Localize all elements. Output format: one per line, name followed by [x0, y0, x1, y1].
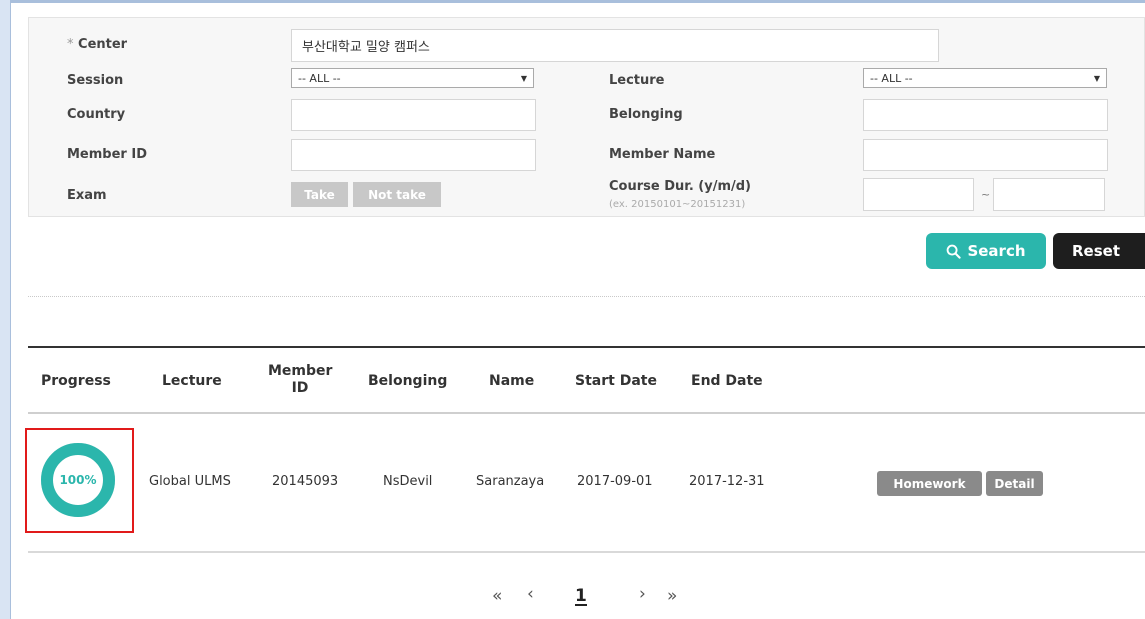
member-name-label: Member Name — [609, 147, 716, 162]
lecture-label: Lecture — [609, 73, 665, 88]
table-header-divider — [28, 412, 1145, 414]
course-duration-hint: (ex. 20150101~20151231) — [609, 199, 746, 210]
detail-button[interactable]: Detail — [986, 471, 1043, 496]
date-range-separator: ~ — [981, 188, 991, 201]
center-field[interactable]: 부산대학교 밀양 캠퍼스 — [291, 29, 939, 62]
homework-button[interactable]: Homework — [877, 471, 982, 496]
column-header-belonging: Belonging — [368, 373, 448, 389]
cell-name: Saranzaya — [476, 474, 545, 489]
session-label: Session — [67, 73, 124, 88]
member-id-label: Member ID — [67, 147, 147, 162]
exam-take-button[interactable]: Take — [291, 182, 348, 207]
reset-button-label: Reset — [1072, 242, 1120, 260]
cell-end-date: 2017-12-31 — [689, 474, 765, 489]
reset-button[interactable]: Reset — [1053, 233, 1145, 269]
member-name-field[interactable] — [863, 139, 1108, 171]
country-field[interactable] — [291, 99, 536, 131]
session-select[interactable]: -- ALL -- ▼ — [291, 68, 534, 88]
progress-highlight-box — [25, 428, 134, 533]
course-duration-label: Course Dur. (y/m/d) — [609, 179, 751, 194]
search-button-label: Search — [967, 242, 1026, 260]
exam-label: Exam — [67, 188, 107, 203]
section-divider — [28, 296, 1145, 297]
column-header-lecture: Lecture — [162, 373, 222, 389]
next-page-button[interactable]: › — [639, 584, 646, 604]
lecture-select[interactable]: -- ALL -- ▼ — [863, 68, 1107, 88]
window-left-border — [0, 0, 11, 619]
member-id-field[interactable] — [291, 139, 536, 171]
chevron-down-icon: ▼ — [1093, 73, 1100, 83]
exam-not-take-button[interactable]: Not take — [353, 182, 441, 207]
last-page-button[interactable]: » — [667, 586, 677, 606]
cell-belonging: NsDevil — [383, 474, 433, 489]
previous-page-button[interactable]: ‹ — [527, 584, 534, 604]
page-number-current[interactable]: 1 — [575, 588, 587, 606]
column-header-start-date: Start Date — [575, 373, 657, 389]
column-header-end-date: End Date — [691, 373, 763, 389]
cell-lecture: Global ULMS — [149, 474, 231, 489]
window-top-border — [0, 0, 1145, 3]
country-label: Country — [67, 107, 126, 122]
center-label: * Center — [67, 37, 128, 52]
search-icon — [947, 244, 962, 259]
cell-member-id: 20145093 — [272, 474, 339, 489]
chevron-down-icon: ▼ — [520, 73, 527, 83]
cell-start-date: 2017-09-01 — [577, 474, 653, 489]
column-header-name: Name — [489, 373, 535, 389]
belonging-field[interactable] — [863, 99, 1108, 131]
search-button[interactable]: Search — [926, 233, 1046, 269]
belonging-label: Belonging — [609, 107, 683, 122]
column-header-member-id: Member ID — [268, 363, 333, 396]
course-to-field[interactable] — [993, 178, 1105, 211]
course-from-field[interactable] — [863, 178, 974, 211]
table-bottom-border — [28, 551, 1145, 553]
table-top-border — [28, 346, 1145, 348]
required-mark: * — [67, 37, 74, 52]
column-header-progress: Progress — [41, 373, 111, 389]
first-page-button[interactable]: « — [492, 586, 502, 606]
search-form-panel: * Center 부산대학교 밀양 캠퍼스 Session -- ALL -- … — [28, 17, 1145, 217]
